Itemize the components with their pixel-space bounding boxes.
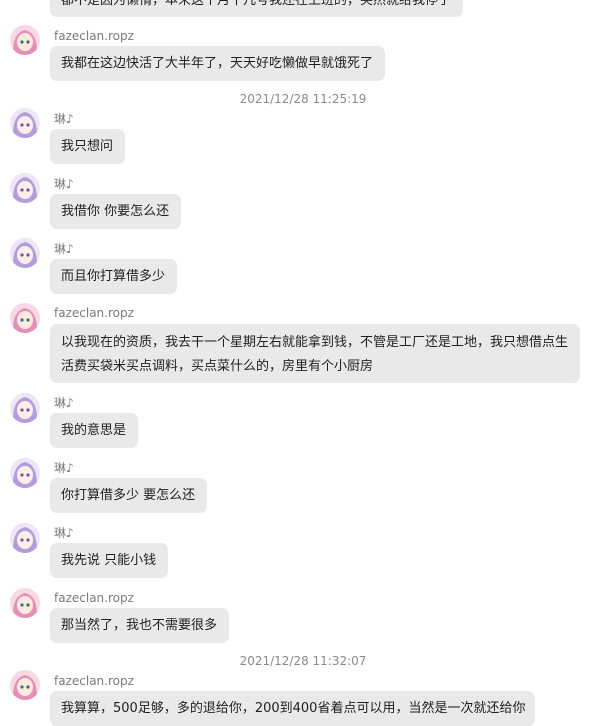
sender-name: 琳♪ (54, 461, 74, 475)
avatar-fazeclan[interactable] (10, 588, 40, 618)
message-bubble: 我都在这边快活了大半年了，天天好吃懒做早就饿死了 (50, 46, 385, 81)
avatar-lin[interactable] (10, 523, 40, 553)
avatar-lin[interactable] (10, 108, 40, 138)
avatar-lin[interactable] (10, 458, 40, 488)
anime-avatar-icon (10, 670, 40, 700)
avatar-lin[interactable] (10, 173, 40, 203)
avatar-fazeclan[interactable] (10, 670, 40, 700)
avatar-lin[interactable] (10, 238, 40, 268)
timestamp: 2021/12/28 11:32:07 (239, 654, 367, 668)
anime-avatar-icon (10, 303, 40, 333)
sender-name: fazeclan.ropz (54, 306, 134, 320)
sender-name: 琳♪ (54, 526, 74, 540)
message-bubble-partial: 都不是因为懒惰，本来这个月十几号我还在上班的，突然就给我停了 (50, 0, 463, 17)
anime-avatar-icon (10, 238, 40, 268)
avatar-fazeclan[interactable] (10, 25, 40, 55)
anime-avatar-icon (10, 173, 40, 203)
message-bubble: 我算算，500足够，多的退给你，200到400省着点可以用，当然是一次就还给你 (50, 691, 535, 726)
sender-name: fazeclan.ropz (54, 674, 134, 688)
message-bubble: 你打算借多少 要怎么还 (50, 478, 207, 513)
message-bubble: 那当然了，我也不需要很多 (50, 608, 229, 643)
timestamp: 2021/12/28 11:25:19 (239, 92, 367, 106)
anime-avatar-icon (10, 25, 40, 55)
message-bubble: 我的意思是 (50, 413, 138, 448)
message-bubble: 而且你打算借多少 (50, 259, 177, 294)
message-bubble: 以我现在的资质，我去干一个星期左右就能拿到钱，不管是工厂还是工地，我只想借点生活… (50, 324, 580, 383)
anime-avatar-icon (10, 108, 40, 138)
avatar-lin[interactable] (10, 393, 40, 423)
sender-name: 琳♪ (54, 242, 74, 256)
message-bubble: 我借你 你要怎么还 (50, 194, 181, 229)
avatar-fazeclan[interactable] (10, 303, 40, 333)
anime-avatar-icon (10, 523, 40, 553)
sender-name: fazeclan.ropz (54, 591, 134, 605)
anime-avatar-icon (10, 393, 40, 423)
anime-avatar-icon (10, 588, 40, 618)
message-bubble: 我只想问 (50, 129, 125, 164)
sender-name: 琳♪ (54, 177, 74, 191)
message-bubble: 我先说 只能小钱 (50, 543, 168, 578)
sender-name: fazeclan.ropz (54, 29, 134, 43)
anime-avatar-icon (10, 458, 40, 488)
sender-name: 琳♪ (54, 396, 74, 410)
sender-name: 琳♪ (54, 112, 74, 126)
